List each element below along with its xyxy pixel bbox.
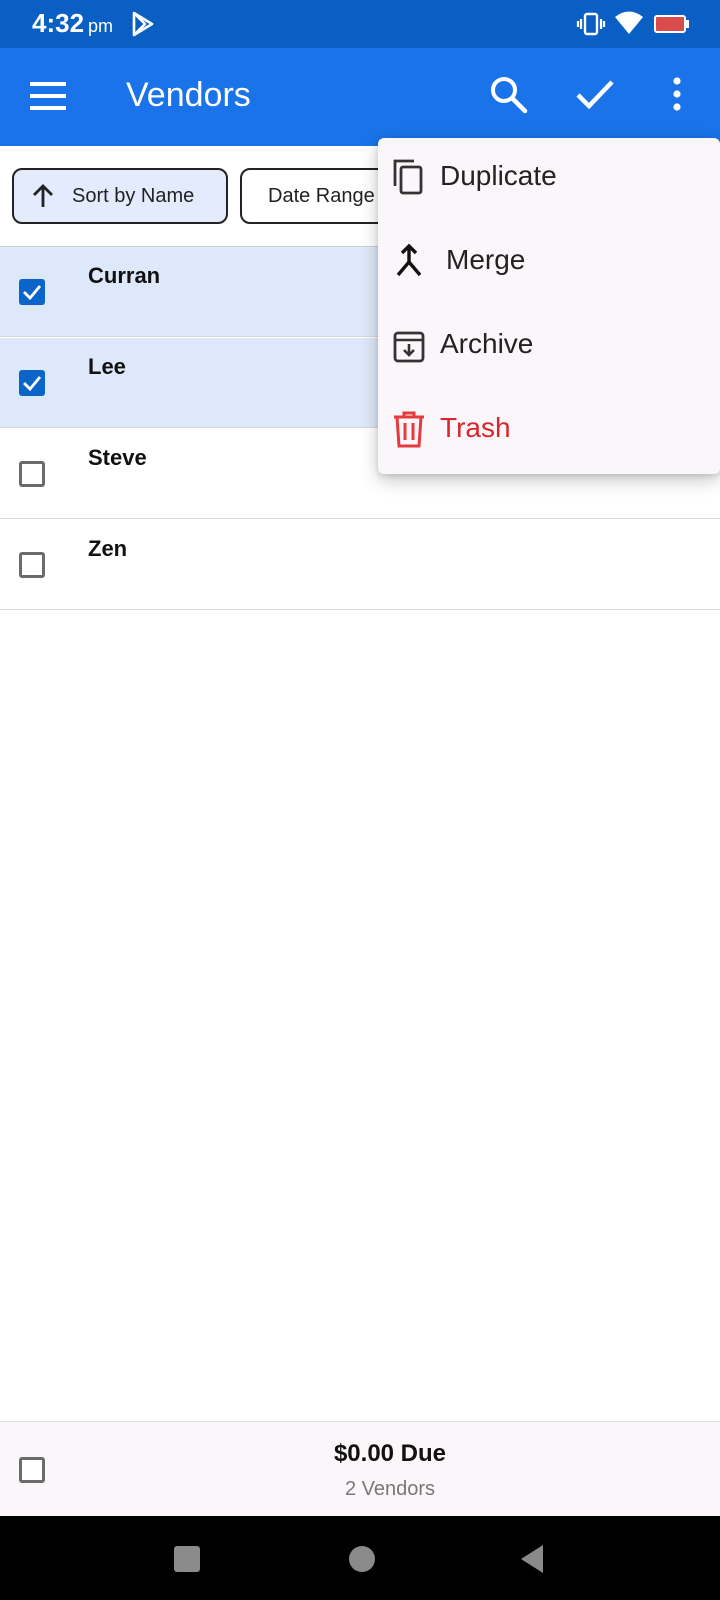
hamburger-menu-icon[interactable] bbox=[26, 76, 70, 116]
status-ampm: pm bbox=[88, 16, 114, 36]
row-checkbox-checked[interactable] bbox=[19, 279, 45, 305]
recent-apps-icon[interactable] bbox=[174, 1546, 200, 1572]
archive-icon bbox=[393, 331, 425, 363]
more-options-icon[interactable] bbox=[662, 74, 692, 114]
vendor-name: Curran bbox=[88, 263, 161, 288]
copy-icon bbox=[393, 159, 423, 195]
sort-chip-label: Sort by Name bbox=[72, 184, 195, 207]
menu-item-label: Duplicate bbox=[440, 160, 557, 191]
row-checkbox[interactable] bbox=[19, 461, 45, 487]
vendor-count: 2 Vendors bbox=[344, 1478, 436, 1500]
search-icon[interactable] bbox=[488, 74, 528, 114]
select-all-check-icon[interactable] bbox=[574, 74, 616, 114]
play-store-icon bbox=[132, 11, 154, 37]
total-due: $0.00 Due bbox=[333, 1440, 447, 1467]
app-bar: Vendors bbox=[0, 48, 720, 146]
date-chip-label: Date Range bbox=[268, 184, 375, 207]
menu-item-label: Trash bbox=[440, 412, 511, 443]
trash-icon bbox=[394, 411, 424, 448]
vibrate-icon bbox=[576, 12, 606, 36]
vendor-name: Zen bbox=[88, 536, 128, 561]
check-icon bbox=[23, 376, 42, 392]
menu-item-archive[interactable]: Archive bbox=[378, 306, 720, 390]
status-bar: 4:32 pm bbox=[0, 0, 720, 48]
arrow-up-icon bbox=[33, 184, 53, 207]
wifi-icon bbox=[615, 11, 643, 34]
status-time: 4:32 pm bbox=[32, 8, 113, 39]
row-checkbox[interactable] bbox=[19, 552, 45, 578]
menu-item-trash[interactable]: Trash bbox=[378, 390, 720, 474]
merge-icon bbox=[396, 243, 422, 277]
summary-footer: $0.00 Due 2 Vendors bbox=[0, 1421, 720, 1516]
menu-item-merge[interactable]: Merge bbox=[378, 222, 720, 306]
status-clock: 4:32 bbox=[32, 8, 85, 38]
row-checkbox-checked[interactable] bbox=[19, 370, 45, 396]
vendor-name: Lee bbox=[88, 354, 126, 379]
home-icon[interactable] bbox=[349, 1546, 375, 1572]
vendor-name: Steve bbox=[88, 445, 147, 470]
menu-item-label: Archive bbox=[440, 328, 534, 359]
menu-item-label: Merge bbox=[446, 244, 526, 275]
sort-by-name-chip[interactable]: Sort by Name bbox=[12, 168, 228, 224]
check-icon bbox=[23, 285, 42, 301]
back-icon[interactable] bbox=[520, 1544, 544, 1574]
system-nav-bar bbox=[0, 1516, 720, 1600]
vendors-screen: 4:32 pm Vendors Sort by Name Date Range C… bbox=[0, 0, 720, 1600]
list-item[interactable]: Zen bbox=[0, 520, 720, 610]
page-title: Vendors bbox=[126, 76, 251, 114]
menu-item-duplicate[interactable]: Duplicate bbox=[378, 138, 720, 222]
overflow-menu: Duplicate Merge Archive Trash bbox=[378, 138, 720, 474]
battery-icon bbox=[654, 15, 689, 33]
